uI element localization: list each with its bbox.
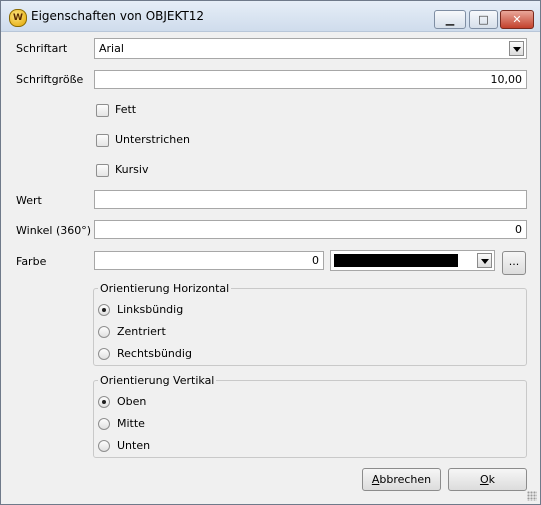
horizontal-orientation-group: Orientierung Horizontal Linksbündig Zent… xyxy=(93,282,527,366)
font-size-input[interactable]: 10,00 xyxy=(94,70,527,89)
properties-dialog: W Eigenschaften von OBJEKT12 ▁ □ ✕ Schri… xyxy=(0,0,541,505)
font-select-value: Arial xyxy=(99,42,124,55)
chevron-down-icon[interactable] xyxy=(477,253,492,268)
oben-label: Oben xyxy=(117,395,147,408)
radio-rechtsbuendig[interactable] xyxy=(98,348,110,360)
rechtsbuendig-label: Rechtsbündig xyxy=(117,347,192,360)
farbe-label: Farbe xyxy=(16,255,47,268)
underline-label: Unterstrichen xyxy=(115,133,191,146)
minimize-icon: ▁ xyxy=(445,13,455,26)
italic-label: Kursiv xyxy=(115,163,149,176)
radio-mitte[interactable] xyxy=(98,418,110,430)
radio-unten[interactable] xyxy=(98,440,110,452)
maximize-button[interactable]: □ xyxy=(469,10,498,29)
mitte-label: Mitte xyxy=(117,417,145,430)
vertical-orientation-group: Orientierung Vertikal Oben Mitte Unten xyxy=(93,374,527,458)
angle-input[interactable]: 0 xyxy=(94,220,527,239)
close-icon: ✕ xyxy=(512,13,522,26)
font-size-value: 10,00 xyxy=(490,73,523,86)
minimize-button[interactable]: ▁ xyxy=(434,10,466,29)
radio-linksbuendig[interactable] xyxy=(98,304,110,316)
cancel-label-rest: bbrechen xyxy=(379,473,432,486)
ok-access-key: O xyxy=(479,473,489,486)
ok-label-rest: k xyxy=(488,473,496,486)
color-select[interactable] xyxy=(330,250,495,271)
unten-label: Unten xyxy=(117,439,151,452)
schriftart-label: Schriftart xyxy=(16,42,68,55)
wert-label: Wert xyxy=(16,194,42,207)
font-select[interactable]: Arial xyxy=(94,38,527,59)
bold-label: Fett xyxy=(115,103,137,116)
title-bar[interactable]: W Eigenschaften von OBJEKT12 ▁ □ ✕ xyxy=(1,1,540,32)
maximize-icon: □ xyxy=(478,13,489,26)
value-input[interactable] xyxy=(94,190,527,209)
color-value: 0 xyxy=(312,254,319,267)
horizontal-orientation-title: Orientierung Horizontal xyxy=(98,282,232,295)
italic-checkbox[interactable] xyxy=(96,164,109,177)
cancel-button[interactable]: Abbrechen xyxy=(362,468,441,491)
underline-checkbox[interactable] xyxy=(96,134,109,147)
bold-checkbox[interactable] xyxy=(96,104,109,117)
ok-button[interactable]: Ok xyxy=(448,468,527,491)
close-button[interactable]: ✕ xyxy=(500,10,534,29)
angle-value: 0 xyxy=(515,223,522,236)
color-swatch xyxy=(334,254,458,267)
chevron-down-icon[interactable] xyxy=(509,41,524,56)
radio-oben[interactable] xyxy=(98,396,110,408)
winkel-label: Winkel (360°) xyxy=(16,224,92,237)
radio-zentriert[interactable] xyxy=(98,326,110,338)
window-title: Eigenschaften von OBJEKT12 xyxy=(31,9,205,23)
color-picker-button[interactable]: ... xyxy=(502,251,526,275)
linksbuendig-label: Linksbündig xyxy=(117,303,184,316)
app-icon: W xyxy=(9,9,27,27)
schriftgroesse-label: Schriftgröße xyxy=(16,73,84,86)
vertical-orientation-title: Orientierung Vertikal xyxy=(98,374,217,387)
zentriert-label: Zentriert xyxy=(117,325,166,338)
resize-grip[interactable] xyxy=(527,491,537,501)
color-value-input[interactable]: 0 xyxy=(94,251,324,270)
